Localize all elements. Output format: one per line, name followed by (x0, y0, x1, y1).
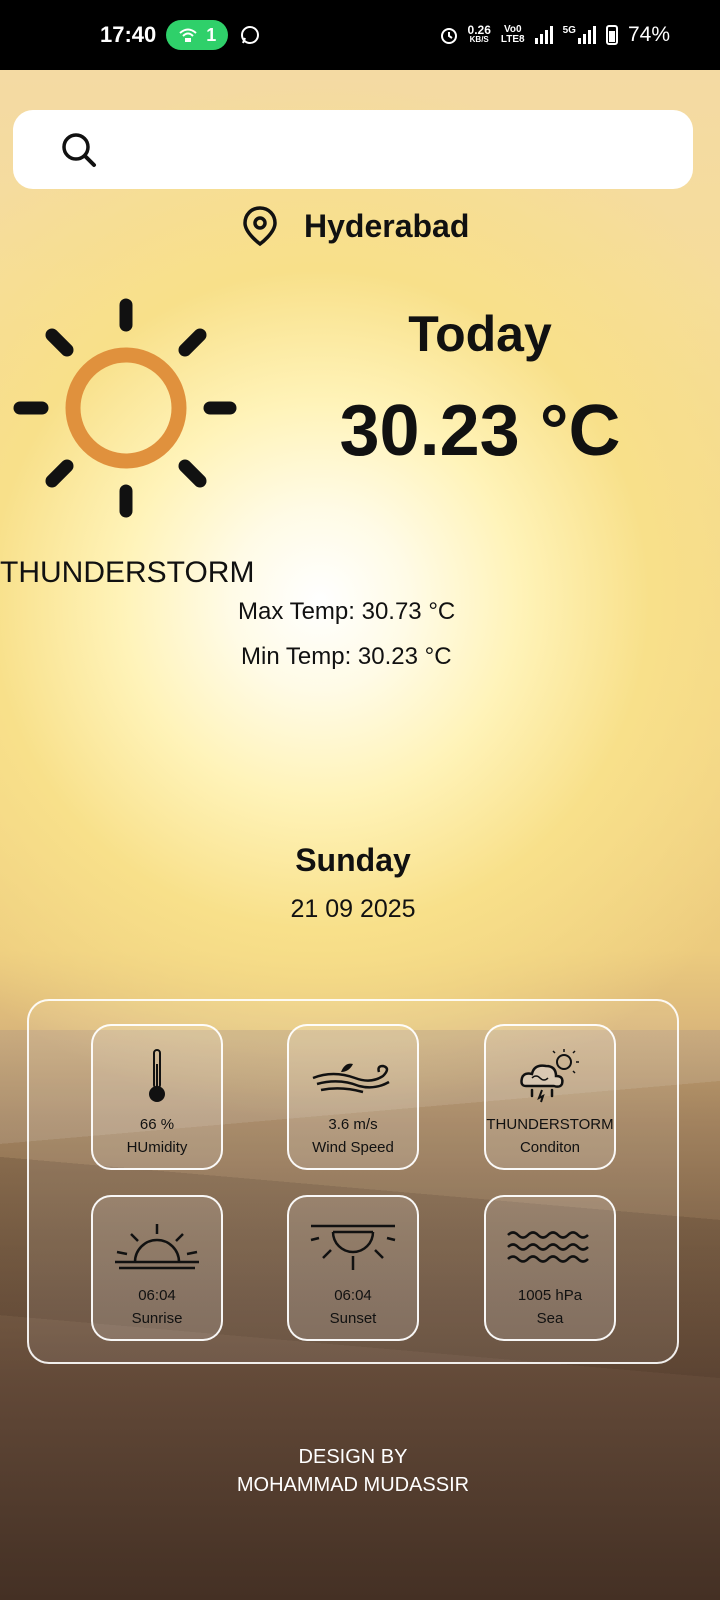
sunset-card: 06:04 Sunset (287, 1195, 419, 1341)
city-name: Hyderabad (304, 207, 470, 244)
today-heading: Today (408, 306, 552, 362)
weather-condition: THUNDERSTORM (0, 556, 255, 589)
min-temperature: Min Temp: 30.23 °C (241, 643, 452, 670)
search-icon[interactable] (61, 132, 97, 168)
sun-icon (13, 298, 237, 518)
sunset-icon (310, 1224, 396, 1270)
condition-card: THUNDERSTORM Conditon (484, 1024, 616, 1170)
sunset-value: 06:04 (334, 1287, 372, 1304)
current-temperature: 30.23 °C (339, 391, 621, 471)
sunrise-label: Sunrise (131, 1310, 183, 1327)
sea-level-value: 1005 hPa (517, 1287, 583, 1304)
battery-icon (605, 25, 618, 45)
search-bar[interactable] (13, 110, 693, 189)
humidity-label: HUmidity (126, 1139, 188, 1156)
network-type: 5G (562, 25, 576, 36)
volte-bottom: LTE8 (500, 34, 525, 45)
battery-percent: 74% (627, 23, 670, 46)
footer-line-1: DESIGN BY (298, 1446, 408, 1468)
sea-level-label: Sea (536, 1310, 564, 1327)
wind-label: Wind Speed (312, 1139, 394, 1156)
hotspot-indicator[interactable]: 1 (166, 20, 229, 50)
sunrise-value: 06:04 (138, 1287, 176, 1304)
max-temperature: Max Temp: 30.73 °C (238, 598, 456, 625)
status-time: 17:40 (100, 22, 157, 47)
location-pin-icon (243, 206, 277, 247)
hotspot-count: 1 (206, 24, 217, 45)
whatsapp-icon (241, 26, 260, 44)
waves-icon (507, 1231, 589, 1263)
sunrise-card: 06:04 Sunrise (91, 1195, 223, 1341)
signal-icon (534, 26, 553, 44)
thermometer-icon (149, 1049, 165, 1102)
footer-line-2: MOHAMMAD MUDASSIR (236, 1474, 470, 1496)
day-name: Sunday (295, 842, 411, 878)
volte-indicator: Vo0 LTE8 (501, 25, 525, 45)
condition-label: Conditon (519, 1139, 581, 1156)
humidity-value: 66 % (139, 1116, 175, 1133)
date-text: 21 09 2025 (290, 895, 416, 923)
data-speed: 0.26 KB/S (467, 23, 491, 45)
wind-icon (312, 1063, 390, 1094)
storm-cloud-icon (520, 1049, 579, 1103)
footer-credits: DESIGN BY MOHAMMAD MUDASSIR (0, 1443, 706, 1499)
wind-value: 3.6 m/s (328, 1116, 378, 1133)
sunrise-icon (115, 1224, 199, 1270)
condition-value: THUNDERSTORM (486, 1116, 614, 1133)
speed-unit: KB/S (469, 35, 489, 44)
sunset-label: Sunset (329, 1310, 377, 1327)
location-row: Hyderabad (240, 205, 469, 247)
sea-level-card: 1005 hPa Sea (484, 1195, 616, 1341)
wind-card: 3.6 m/s Wind Speed (287, 1024, 419, 1170)
hotspot-icon (179, 28, 197, 42)
signal-5g-icon (577, 26, 596, 44)
humidity-card: 66 % HUmidity (91, 1024, 223, 1170)
search-input[interactable] (113, 118, 693, 181)
alarm-icon (440, 28, 457, 44)
status-bar: 17:40 1 0.26 KB/S Vo0 LTE8 5G 74% (0, 0, 720, 70)
speed-value: 0.26 (467, 23, 491, 37)
details-panel: 66 % HUmidity 3.6 m/s Wind Speed THUNDER… (27, 999, 679, 1364)
